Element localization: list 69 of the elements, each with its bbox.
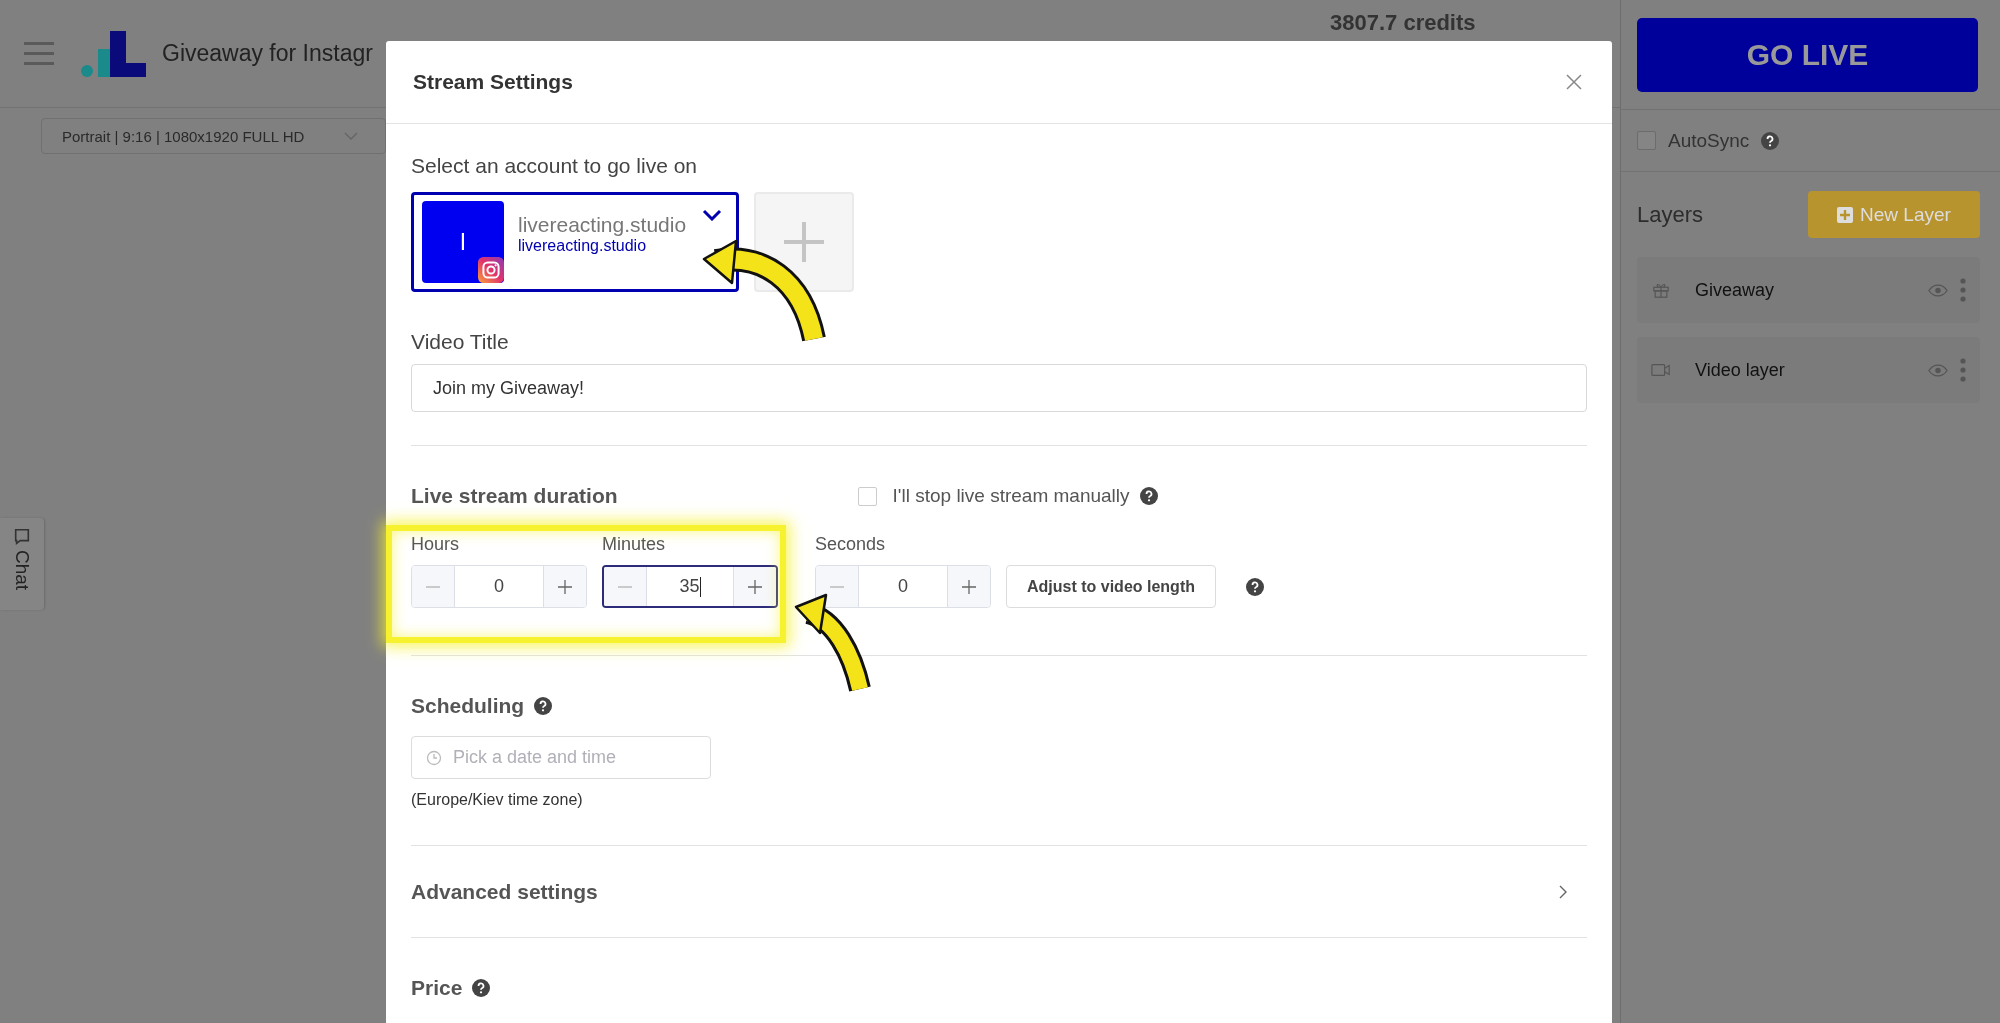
duration-heading: Live stream duration — [411, 484, 618, 508]
increment-button[interactable] — [733, 567, 776, 606]
help-icon[interactable] — [1246, 578, 1264, 596]
minus-icon — [426, 585, 440, 588]
video-title-field[interactable]: Join my Giveaway! — [411, 364, 1587, 412]
help-icon[interactable] — [1761, 131, 1780, 150]
duration-label: Minutes — [602, 534, 667, 555]
menu-icon[interactable] — [24, 40, 54, 67]
duration-label: Seconds — [815, 534, 887, 555]
minus-icon — [830, 585, 844, 588]
price-heading: Price — [411, 976, 463, 1000]
account-card[interactable]: l livereacting.studio livereacting.studio — [411, 192, 739, 292]
plus-icon — [784, 222, 824, 262]
increment-button[interactable] — [947, 566, 990, 607]
stepper-value: 35 — [678, 575, 702, 599]
increment-button[interactable] — [543, 566, 586, 607]
scheduling-heading: Scheduling — [411, 694, 525, 718]
minus-icon — [618, 585, 632, 588]
help-icon[interactable] — [1139, 487, 1158, 505]
video-title-label: Video Title — [411, 330, 509, 354]
advanced-settings-heading: Advanced settings — [411, 879, 598, 904]
help-icon[interactable] — [472, 979, 491, 997]
account-label: Select an account to go live on — [411, 154, 698, 178]
plus-icon — [558, 579, 572, 594]
date-time-field[interactable]: Pick a date and time — [411, 736, 711, 779]
adjust-to-video-length-button[interactable]: Adjust to video length — [1006, 565, 1216, 608]
autosync-label: AutoSync — [1668, 129, 1750, 152]
number-stepper[interactable]: 35 — [602, 565, 778, 608]
decrement-button[interactable] — [816, 566, 859, 607]
gift-icon — [1651, 281, 1671, 299]
advanced-settings-row[interactable]: Advanced settings — [411, 846, 1587, 937]
go-live-button[interactable]: GO LIVE — [1637, 18, 1978, 92]
manual-stop-checkbox[interactable] — [857, 486, 877, 506]
layer-name: Giveaway — [1695, 279, 1776, 301]
format-dropdown[interactable]: Portrait | 9:16 | 1080x1920 FULL HD — [41, 118, 386, 154]
account-name: livereacting.studio — [518, 213, 687, 237]
layer-name: Video layer — [1695, 359, 1786, 381]
plus-icon — [962, 579, 976, 594]
more-options-icon[interactable] — [1960, 358, 1966, 382]
help-icon[interactable] — [534, 697, 553, 715]
plus-icon — [748, 579, 762, 594]
manual-stop-label: I'll stop live stream manually — [892, 485, 1130, 507]
dialog-title: Stream Settings — [413, 70, 573, 94]
stepper-value: 0 — [493, 575, 505, 598]
autosync-checkbox[interactable] — [1637, 131, 1656, 150]
close-icon[interactable] — [1566, 74, 1582, 90]
stepper-value: 0 — [897, 575, 909, 598]
number-stepper[interactable]: 0 — [411, 565, 587, 608]
check-icon — [702, 209, 722, 221]
time-zone-note: (Europe/Kiev time zone) — [411, 791, 583, 809]
avatar-letter: l — [460, 228, 466, 256]
number-stepper[interactable]: 0 — [815, 565, 991, 608]
app-title: Giveaway for Instagr — [162, 40, 373, 67]
chat-tab[interactable]: Chat — [0, 518, 44, 610]
layer-item[interactable]: Video layer — [1637, 337, 1980, 403]
duration-label: Hours — [411, 534, 460, 555]
instagram-icon — [478, 257, 504, 283]
video-camera-icon — [1651, 361, 1671, 379]
chat-bubble-icon — [13, 528, 31, 546]
layer-item[interactable]: Giveaway — [1637, 257, 1980, 323]
chevron-right-icon — [1559, 884, 1567, 899]
account-handle: livereacting.studio — [518, 237, 648, 255]
eye-icon[interactable] — [1928, 363, 1948, 377]
plus-box-icon — [1837, 206, 1854, 223]
eye-icon[interactable] — [1928, 283, 1948, 297]
layers-heading: Layers — [1637, 201, 1704, 228]
credits-balance: 3807.7 credits — [1330, 10, 1476, 36]
more-options-icon[interactable] — [1960, 278, 1966, 302]
chevron-down-icon — [344, 132, 359, 140]
